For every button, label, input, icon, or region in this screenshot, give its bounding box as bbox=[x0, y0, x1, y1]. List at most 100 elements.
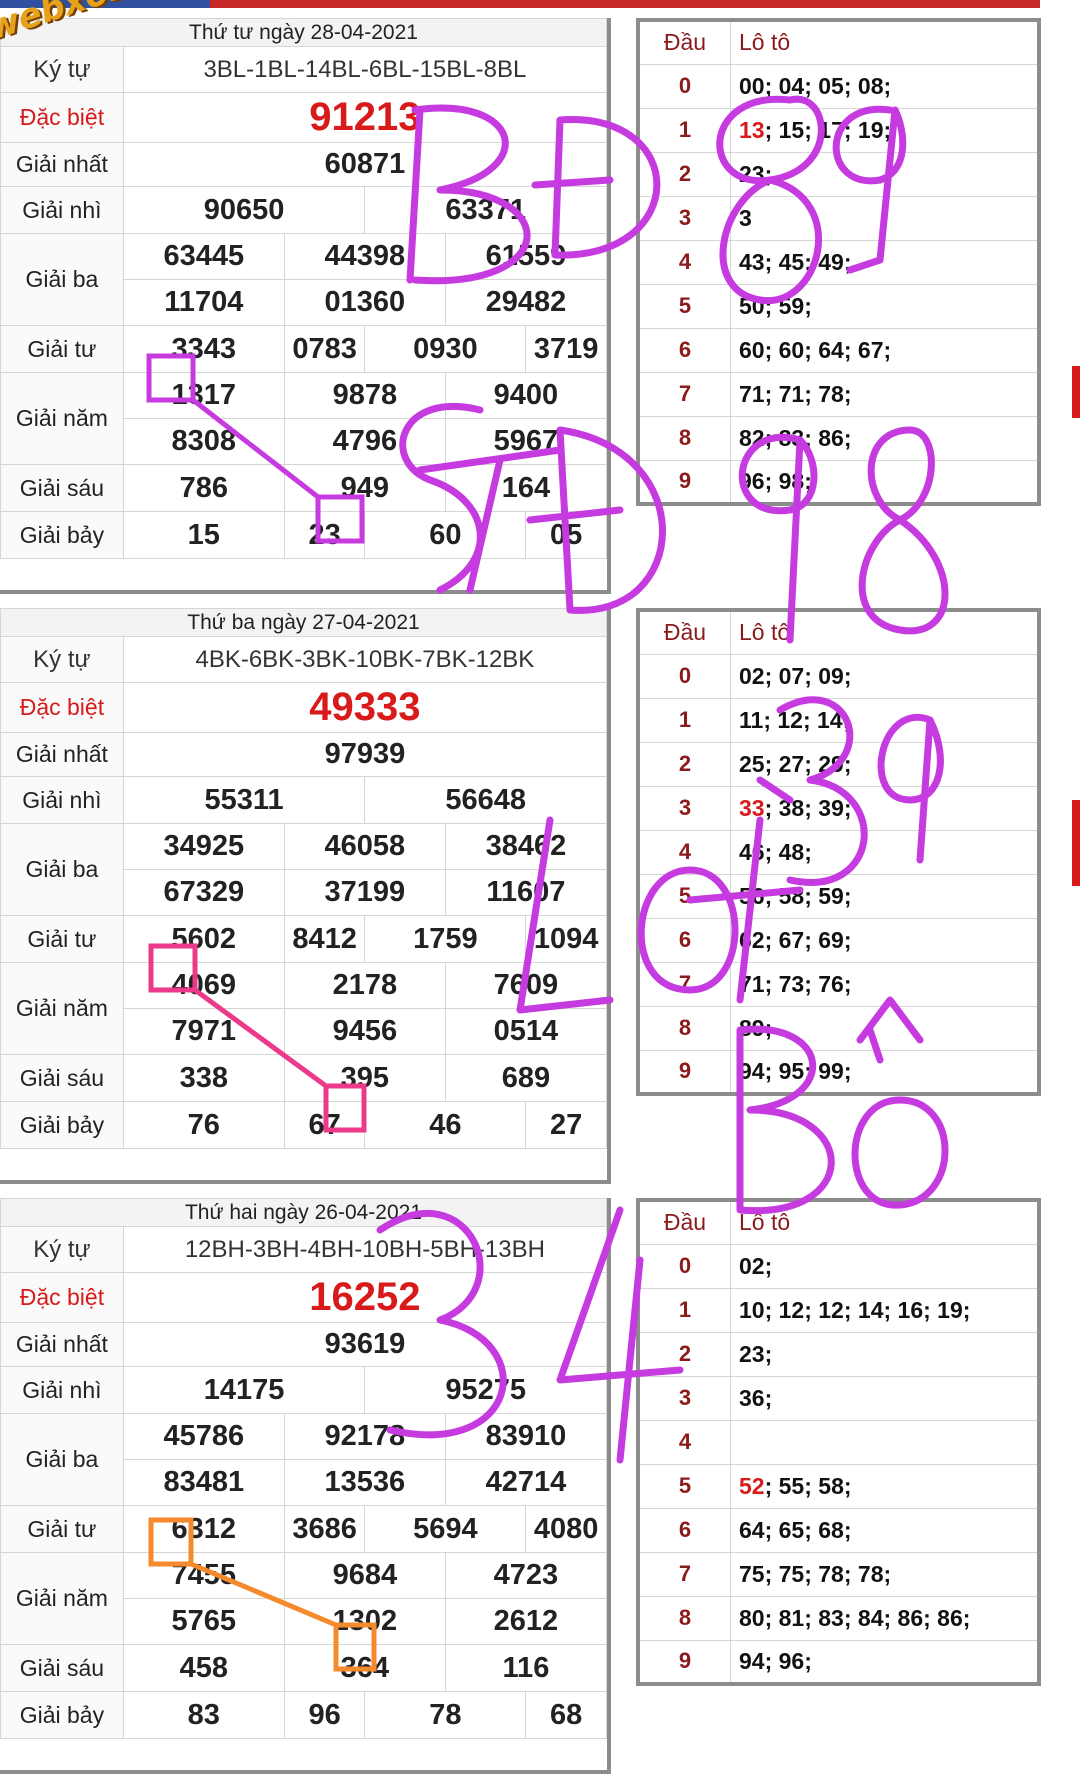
label-giai-tu: Giải tư bbox=[0, 1505, 124, 1553]
loto-table: Đầu Lô tô 0 02; 07; 09; 1 11; 12; 14; 2 25; … bbox=[636, 608, 1041, 1096]
fourth-prize: 4080 bbox=[525, 1505, 607, 1553]
loto-header: Lô tô bbox=[730, 610, 1039, 655]
special-prize: 16252 bbox=[122, 1272, 608, 1323]
fifth-prize: 1302 bbox=[283, 1598, 446, 1645]
fifth-prize: 9684 bbox=[283, 1552, 446, 1599]
fifth-prize: 4796 bbox=[283, 418, 446, 465]
loto-header: Lô tô bbox=[730, 20, 1039, 65]
label-giai-bay: Giải bảy bbox=[0, 1101, 124, 1149]
label-giai-tu: Giải tư bbox=[0, 325, 124, 373]
fifth-prize: 7455 bbox=[122, 1552, 285, 1599]
dau-digit: 1 bbox=[638, 108, 731, 153]
third-prize: 67329 bbox=[122, 869, 285, 916]
seventh-prize: 60 bbox=[364, 511, 527, 559]
third-prize: 38462 bbox=[444, 823, 608, 870]
dau-digit: 8 bbox=[638, 1596, 731, 1641]
fifth-prize: 8308 bbox=[122, 418, 285, 465]
third-prize: 83481 bbox=[122, 1459, 285, 1506]
third-prize: 13536 bbox=[283, 1459, 446, 1506]
dau-digit: 2 bbox=[638, 742, 731, 787]
dau-digit: 9 bbox=[638, 1640, 731, 1685]
label-giai-bay: Giải bảy bbox=[0, 1691, 124, 1739]
loto-values: 50; 59; bbox=[730, 284, 1039, 329]
third-prize: 11704 bbox=[122, 279, 285, 326]
loto-values: 02; bbox=[730, 1244, 1039, 1289]
dau-digit: 5 bbox=[638, 1464, 731, 1509]
first-prize: 60871 bbox=[122, 142, 608, 187]
seventh-prize: 23 bbox=[283, 511, 366, 559]
loto-values: 71; 71; 78; bbox=[730, 372, 1039, 417]
third-prize: 45786 bbox=[122, 1413, 285, 1460]
loto-values: 02; 07; 09; bbox=[730, 654, 1039, 699]
fourth-prize: 6312 bbox=[122, 1505, 285, 1553]
loto-values: 52; 55; 58; bbox=[730, 1464, 1039, 1509]
sixth-prize: 689 bbox=[444, 1054, 608, 1102]
loto-values: 23; bbox=[730, 152, 1039, 197]
second-prize: 14175 bbox=[122, 1366, 366, 1414]
third-prize: 83910 bbox=[444, 1413, 608, 1460]
special-prize: 91213 bbox=[122, 92, 608, 143]
label-giai-ba: Giải ba bbox=[0, 233, 124, 326]
fifth-prize: 7609 bbox=[444, 962, 608, 1009]
dau-digit: 0 bbox=[638, 654, 731, 699]
fourth-prize: 8412 bbox=[283, 915, 366, 963]
fifth-prize: 2612 bbox=[444, 1598, 608, 1645]
loto-values: 60; 60; 64; 67; bbox=[730, 328, 1039, 373]
draw-date: Thứ ba ngày 27-04-2021 bbox=[0, 608, 607, 637]
result-table: Thứ tư ngày 28-04-2021 Ký tự 3BL-1BL-14BL… bbox=[0, 18, 608, 559]
result-table: Thứ ba ngày 27-04-2021 Ký tự 4BK-6BK-3BK-… bbox=[0, 608, 608, 1149]
loto-values: 36; bbox=[730, 1376, 1039, 1421]
sixth-prize: 949 bbox=[283, 464, 446, 512]
label-giai-nam: Giải năm bbox=[0, 372, 124, 465]
dau-digit: 3 bbox=[638, 786, 731, 831]
label-giai-nhat: Giải nhất bbox=[0, 142, 124, 187]
special-loto: 13 bbox=[739, 116, 765, 143]
fourth-prize: 1759 bbox=[364, 915, 527, 963]
second-prize: 55311 bbox=[122, 776, 366, 824]
fifth-prize: 5765 bbox=[122, 1598, 285, 1645]
fourth-prize: 0783 bbox=[283, 325, 366, 373]
dau-digit: 7 bbox=[638, 372, 731, 417]
loto-table: Đầu Lô tô 0 02; 1 10; 12; 12; 14; 16; 19; 2 … bbox=[636, 1198, 1041, 1686]
special-loto: 33 bbox=[739, 794, 765, 821]
third-prize: 61559 bbox=[444, 233, 608, 280]
loto-values: 80; 81; 83; 84; 86; 86; bbox=[730, 1596, 1039, 1641]
fourth-prize: 1094 bbox=[525, 915, 607, 963]
loto-table: Đầu Lô tô 0 00; 04; 05; 08; 1 13; 15; 17; 1… bbox=[636, 18, 1041, 506]
label-giai-nam: Giải năm bbox=[0, 962, 124, 1055]
loto-header: Lô tô bbox=[730, 1200, 1039, 1245]
fourth-prize: 0930 bbox=[364, 325, 527, 373]
dau-digit: 1 bbox=[638, 698, 731, 743]
label-giai-nam: Giải năm bbox=[0, 1552, 124, 1645]
third-prize: 46058 bbox=[283, 823, 446, 870]
fourth-prize: 3686 bbox=[283, 1505, 366, 1553]
dau-digit: 2 bbox=[638, 152, 731, 197]
dau-digit: 4 bbox=[638, 240, 731, 285]
label-giai-nhat: Giải nhất bbox=[0, 732, 124, 777]
loto-values: 71; 73; 76; bbox=[730, 962, 1039, 1007]
second-prize: 90650 bbox=[122, 186, 366, 234]
ink-o2 bbox=[851, 1096, 949, 1209]
dau-digit: 6 bbox=[638, 918, 731, 963]
dau-digit: 5 bbox=[638, 874, 731, 919]
loto-values: 56; 58; 59; bbox=[730, 874, 1039, 919]
dau-digit: 5 bbox=[638, 284, 731, 329]
dau-header: Đầu bbox=[638, 1200, 731, 1245]
dau-digit: 9 bbox=[638, 460, 731, 505]
dau-digit: 0 bbox=[638, 1244, 731, 1289]
loto-values: 43; 45; 49; bbox=[730, 240, 1039, 285]
dau-digit: 9 bbox=[638, 1050, 731, 1095]
dau-digit: 2 bbox=[638, 1332, 731, 1377]
sixth-prize: 786 bbox=[122, 464, 285, 512]
sixth-prize: 116 bbox=[444, 1644, 608, 1692]
third-prize: 42714 bbox=[444, 1459, 608, 1506]
special-prize: 49333 bbox=[122, 682, 608, 733]
seventh-prize: 46 bbox=[364, 1101, 527, 1149]
second-prize: 56648 bbox=[364, 776, 607, 824]
dau-digit: 0 bbox=[638, 64, 731, 109]
seventh-prize: 83 bbox=[122, 1691, 285, 1739]
label-giai-nhat: Giải nhất bbox=[0, 1322, 124, 1367]
loto-values: 94; 96; bbox=[730, 1640, 1039, 1685]
loto-values: 3 bbox=[730, 196, 1039, 241]
loto-values: 82; 83; 86; bbox=[730, 416, 1039, 461]
